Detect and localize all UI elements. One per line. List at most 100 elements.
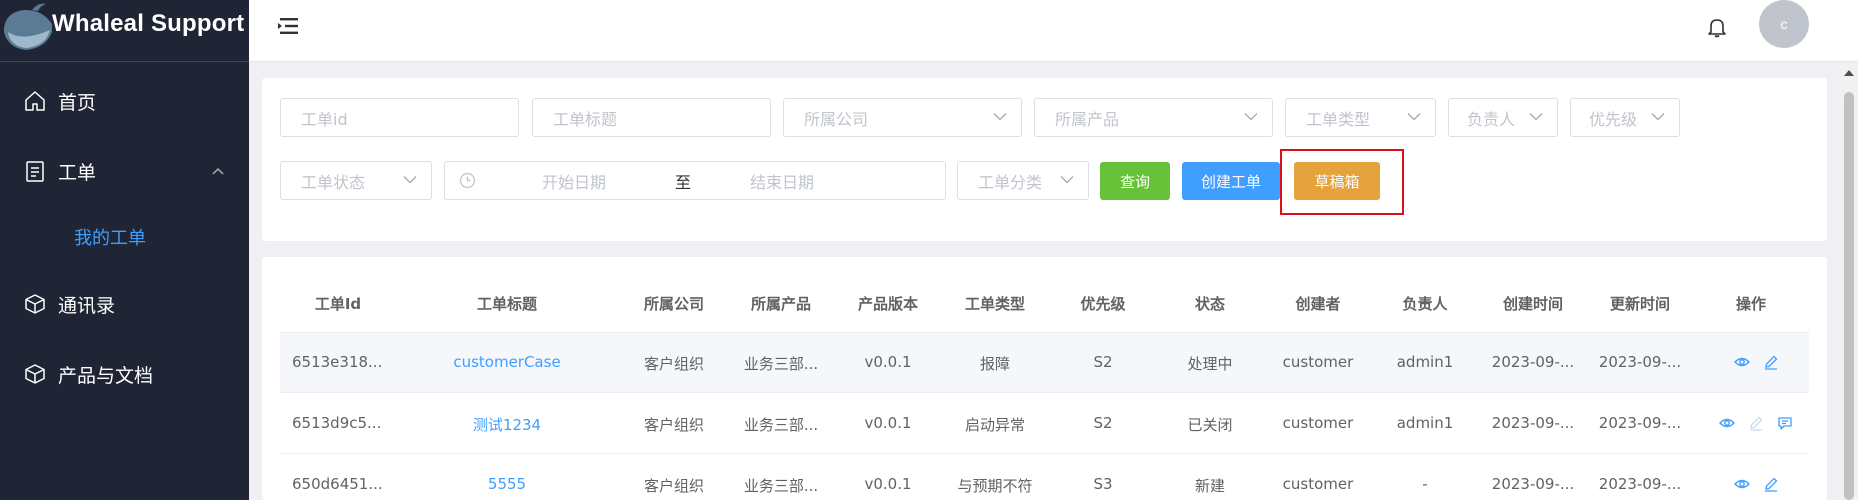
cell-created: 2023-09-... [1491,475,1575,493]
home-icon [25,91,45,111]
priority-select[interactable]: 优先级 [1570,98,1680,137]
column-header: 所属产品 [750,295,812,313]
cube-icon [25,294,45,314]
product-select[interactable]: 所属产品 [1034,98,1273,137]
cell-owner: - [1422,475,1428,493]
end-date-placeholder: 结束日期 [750,172,815,192]
sidebar-item-label: 首页 [58,91,97,114]
chevron-down-icon [403,176,417,184]
cell-product: 业务三部... [743,355,819,373]
chevron-down-icon [1529,113,1543,121]
cell-owner: admin1 [1396,353,1454,371]
scroll-thumb[interactable] [1844,92,1854,500]
cell-status: 新建 [1194,477,1226,495]
owner-select[interactable]: 负责人 [1448,98,1558,137]
chevron-down-icon [993,113,1007,121]
chevron-up-icon [212,167,224,175]
cell-version: v0.0.1 [864,353,912,371]
query-button[interactable]: 查询 [1100,162,1170,200]
column-header: 更新时间 [1609,295,1671,313]
placeholder: 所属产品 [1055,109,1120,129]
edit-pencil-icon[interactable] [1763,354,1779,370]
placeholder: 工单类型 [1306,109,1371,129]
cell-id: 650d6451... [292,475,383,493]
edit-pencil-icon-disabled [1750,416,1763,431]
ticket-title-link[interactable]: customerCase [453,353,560,371]
chevron-down-icon [1651,113,1665,121]
cell-company: 客户组织 [643,416,705,434]
brand-name: Whaleal Support [52,10,245,37]
ticket-table: 工单Id 工单标题 所属公司 所属产品 产品版本 工单类型 优先级 状态 创建者… [262,257,1827,500]
sidebar-item-tickets[interactable]: 工单 [0,143,249,199]
sidebar-item-home[interactable]: 首页 [0,73,249,129]
filter-panel: 工单id 工单标题 所属公司 所属产品 工单类型 负责人 优先级 工单状态 开始… [262,78,1827,241]
vertical-scrollbar[interactable] [1840,64,1858,500]
company-select[interactable]: 所属公司 [783,98,1022,137]
cell-type: 报障 [979,355,1011,373]
table-row[interactable]: 6513e318... customerCase 客户组织 业务三部... v0… [280,333,1809,393]
cell-version: v0.0.1 [864,414,912,432]
placeholder: 工单标题 [553,109,618,129]
bell-icon[interactable] [1706,16,1728,38]
chevron-down-icon [1244,113,1258,121]
cell-owner: admin1 [1396,414,1454,432]
chevron-down-icon [1060,176,1074,184]
cell-status: 已关闭 [1187,416,1233,434]
placeholder: 工单分类 [978,172,1043,192]
sidebar-item-label: 产品与文档 [58,364,154,387]
sidebar-item-label: 我的工单 [74,228,146,249]
placeholder: 工单状态 [301,172,366,192]
placeholder: 负责人 [1467,109,1516,129]
placeholder: 优先级 [1589,109,1638,129]
table-row[interactable]: 650d6451... 5555 客户组织 业务三部... v0.0.1 与预期… [280,455,1809,500]
cell-product: 业务三部... [743,477,819,495]
ticket-id-input[interactable]: 工单id [280,98,519,137]
ticket-title-link[interactable]: 测试1234 [473,414,541,435]
edit-pencil-icon[interactable] [1763,476,1779,492]
cell-status: 处理中 [1187,355,1233,373]
highlight-box [1280,149,1404,215]
clipboard-icon [26,161,44,182]
column-header: 工单Id [314,295,362,313]
cell-updated: 2023-09-... [1598,475,1682,493]
cell-id: 6513d9c5... [292,414,382,432]
sidebar-item-label: 通讯录 [58,294,116,317]
cell-priority: S2 [1093,353,1113,371]
ticket-title-input[interactable]: 工单标题 [532,98,771,137]
column-header: 负责人 [1402,295,1448,313]
ticket-title-link[interactable]: 5555 [488,475,526,493]
comment-icon[interactable] [1777,415,1793,431]
ticket-type-select[interactable]: 工单类型 [1285,98,1436,137]
placeholder: 工单id [301,109,348,129]
column-header: 产品版本 [857,295,919,313]
cell-created: 2023-09-... [1491,414,1575,432]
scroll-up-arrow-icon[interactable] [1844,70,1854,76]
column-header: 工单类型 [964,295,1026,313]
table-row[interactable]: 6513d9c5... 测试1234 客户组织 业务三部... v0.0.1 启… [280,394,1809,454]
chevron-down-icon [1407,113,1421,121]
ticket-status-select[interactable]: 工单状态 [280,161,432,200]
sidebar-item-products-docs[interactable]: 产品与文档 [0,346,249,402]
sidebar-item-contacts[interactable]: 通讯录 [0,276,249,332]
column-header: 工单标题 [476,295,538,313]
menu-fold-icon[interactable] [277,16,299,36]
sidebar-item-my-tickets[interactable]: 我的工单 [0,209,249,265]
cell-priority: S3 [1093,475,1113,493]
cell-creator: customer [1282,353,1354,371]
avatar[interactable]: c [1759,0,1809,48]
create-ticket-button[interactable]: 创建工单 [1182,162,1280,200]
view-eye-icon[interactable] [1719,415,1735,431]
cell-priority: S2 [1093,414,1113,432]
view-eye-icon[interactable] [1734,354,1750,370]
cell-created: 2023-09-... [1491,353,1575,371]
date-separator: 至 [675,172,692,192]
logo[interactable]: Whaleal Support [0,0,249,62]
top-header: c [249,0,1858,62]
date-range-picker[interactable]: 开始日期 至 结束日期 [444,161,946,200]
column-header: 状态 [1194,295,1226,313]
view-eye-icon[interactable] [1734,476,1750,492]
column-header: 创建者 [1295,295,1341,313]
cell-company: 客户组织 [643,477,705,495]
cell-updated: 2023-09-... [1598,414,1682,432]
ticket-category-select[interactable]: 工单分类 [957,161,1089,200]
